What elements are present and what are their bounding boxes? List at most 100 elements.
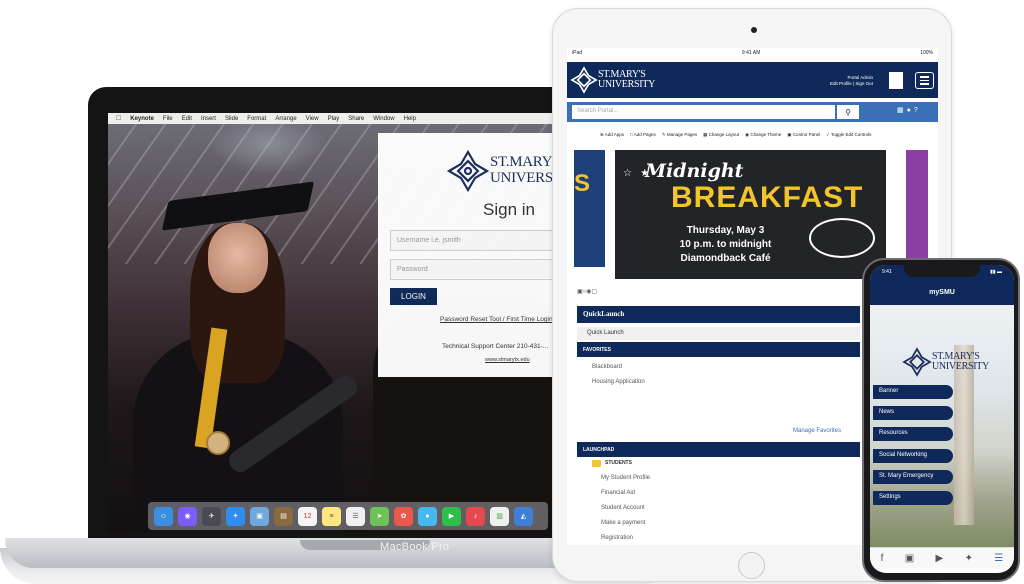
menu-arrange[interactable]: Arrange	[275, 116, 296, 122]
favorite-housing[interactable]: Housing Application	[592, 379, 645, 385]
menu-file[interactable]: File	[163, 116, 173, 122]
graduate-face	[208, 223, 268, 293]
username-input[interactable]: Username i.e. jsmith	[390, 230, 578, 251]
safari-icon[interactable]: ✦	[226, 506, 245, 526]
favorite-blackboard[interactable]: Blackboard	[592, 364, 622, 370]
campus-background	[870, 305, 1014, 547]
app-logo-line2: UNIVERSITY	[932, 361, 989, 372]
launchpad-icon[interactable]: ✈	[202, 506, 221, 526]
launchpad-item[interactable]: Registration	[601, 535, 633, 541]
menu-edit[interactable]: Edit	[182, 116, 192, 122]
tool-control-panel[interactable]: ▣ Control Panel	[787, 132, 820, 138]
launchpad-item[interactable]: Student Account	[601, 505, 645, 511]
manage-favorites-link[interactable]: Manage Favorites	[793, 428, 841, 434]
admin-links[interactable]: Edit Profile | Sign Out	[830, 81, 873, 87]
hamburger-menu-icon[interactable]	[915, 72, 934, 89]
menu-view[interactable]: View	[306, 116, 319, 122]
tool-add-pages[interactable]: □ Add Pages	[630, 132, 656, 138]
launchpad-header: LAUNCHPAD	[577, 442, 860, 457]
banner-time: 10 p.m. to midnight	[679, 239, 772, 250]
banner-title-main: BREAKFAST	[671, 181, 864, 214]
photo-browser-icon[interactable]: ▣	[250, 506, 269, 526]
menu-banner-button[interactable]: Banner	[873, 385, 953, 399]
help-icon[interactable]: ?	[914, 107, 921, 114]
menu-window[interactable]: Window	[373, 116, 394, 122]
menu-help[interactable]: Help	[404, 116, 416, 122]
menu-play[interactable]: Play	[328, 116, 340, 122]
maps-icon[interactable]: ➤	[370, 506, 389, 526]
folder-icon	[592, 460, 601, 467]
launchpad-item[interactable]: Financial Aid	[601, 490, 635, 496]
apple-icon[interactable]: 	[116, 115, 121, 122]
carousel-next-slide[interactable]	[906, 150, 928, 267]
menu-share[interactable]: Share	[348, 116, 364, 122]
facetime-icon[interactable]: ▶	[442, 506, 461, 526]
app-title: mySMU	[870, 279, 1014, 305]
midnight-breakfast-banner[interactable]: ☆ ★ Midnight BREAKFAST Thursday, May 3 1…	[615, 150, 886, 279]
music-icon[interactable]: ♪	[466, 506, 485, 526]
menu-insert[interactable]: Insert	[201, 116, 216, 122]
facebook-icon[interactable]: f	[881, 553, 884, 564]
login-button[interactable]: LOGIN	[390, 288, 437, 305]
portal-search-bar: Search Portal... ⚲ ▦●?	[567, 102, 938, 122]
mac-dock: ☺ ◉ ✈ ✦ ▣ ▤ 12 ≡ ☰ ➤ ✿ ● ▶ ♪ ▥ ◭	[148, 502, 548, 530]
widget-icons[interactable]: ▣○◉▢	[577, 288, 597, 295]
portal-search-input[interactable]: Search Portal...	[572, 105, 835, 119]
menu-emergency-button[interactable]: St. Mary Emergency	[873, 470, 953, 484]
password-input[interactable]: Password	[390, 259, 578, 280]
signal-battery-icon: ▮▮ ▬	[990, 269, 1002, 275]
youtube-icon[interactable]: ▶	[936, 553, 944, 564]
menu-icon[interactable]: ☰	[994, 553, 1003, 564]
launchpad-item[interactable]: Make a payment	[601, 520, 645, 526]
app-logo: ST.MARY'S UNIVERSITY	[902, 347, 989, 377]
notes-icon[interactable]: ≡	[322, 506, 341, 526]
photos-icon[interactable]: ✿	[394, 506, 413, 526]
tool-add-apps[interactable]: ⊕ Add Apps	[600, 132, 624, 138]
menu-settings-button[interactable]: Settings	[873, 491, 953, 505]
messages-icon[interactable]: ●	[418, 506, 437, 526]
password-reset-link[interactable]: Password Reset Tool / First Time Login	[440, 316, 553, 323]
macbook-screen:  Keynote File Edit Insert Slide Format …	[108, 113, 578, 533]
launchpad-item[interactable]: My Student Profile	[601, 475, 650, 481]
keynote-icon[interactable]: ◭	[514, 506, 533, 526]
finder-icon[interactable]: ☺	[154, 506, 173, 526]
contacts-icon[interactable]: ▤	[274, 506, 293, 526]
instagram-icon[interactable]: ▣	[905, 553, 914, 564]
numbers-icon[interactable]: ▥	[490, 506, 509, 526]
grid-icon[interactable]: ▦	[897, 107, 907, 114]
search-icon[interactable]: ⚲	[837, 105, 859, 119]
portal-header: ST.MARY'S UNIVERSITY Portal Admin Edit P…	[567, 62, 938, 98]
menu-resources-button[interactable]: Resources	[873, 427, 953, 441]
menu-format[interactable]: Format	[247, 116, 266, 122]
portal-logo[interactable]: ST.MARY'S UNIVERSITY	[570, 66, 655, 94]
quicklaunch-item[interactable]: Quick Launch	[577, 327, 860, 340]
iphone-notch	[904, 265, 980, 277]
tool-change-layout[interactable]: ▦ Change Layout	[703, 132, 739, 138]
avatar[interactable]	[889, 72, 903, 89]
ipad-status-time: 9:41 AM	[741, 50, 761, 56]
tool-toggle-edit[interactable]: ✓ Toggle Edit Controls	[826, 132, 871, 138]
menu-social-networking-button[interactable]: Social Networking	[873, 449, 953, 463]
tool-manage-pages[interactable]: ✎ Manage Pages	[662, 132, 697, 138]
tool-change-theme[interactable]: ◉ Change Theme	[745, 132, 781, 138]
carousel-prev-slide[interactable]: S	[574, 150, 605, 267]
twitter-icon[interactable]: ✦	[965, 553, 973, 564]
mac-menubar:  Keynote File Edit Insert Slide Format …	[108, 113, 578, 124]
menu-keynote[interactable]: Keynote	[130, 116, 154, 122]
launchpad-students-folder[interactable]: STUDENTS	[605, 460, 632, 466]
menu-slide[interactable]: Slide	[225, 116, 238, 122]
chat-icon[interactable]: ●	[907, 107, 914, 114]
site-url-link[interactable]: www.stmarytx.edu	[485, 357, 530, 363]
siri-icon[interactable]: ◉	[178, 506, 197, 526]
ipad-home-button[interactable]	[738, 552, 765, 579]
quicklaunch-header: QuickLaunch	[577, 306, 860, 323]
tech-support-text: Technical Support Center 210-431-...	[442, 343, 549, 350]
favorites-header: FAVORITES	[577, 342, 860, 357]
reminders-icon[interactable]: ☰	[346, 506, 365, 526]
calendar-icon[interactable]: 12	[298, 506, 317, 526]
device-showcase: MacBook Pro  Keynote File Edit Insert S…	[0, 0, 1024, 584]
menu-news-button[interactable]: News	[873, 406, 953, 420]
banner-location: Diamondback Café	[680, 253, 771, 264]
macbook-brand-label: MacBook Pro	[380, 541, 450, 553]
stmarys-cross-icon	[570, 66, 598, 94]
